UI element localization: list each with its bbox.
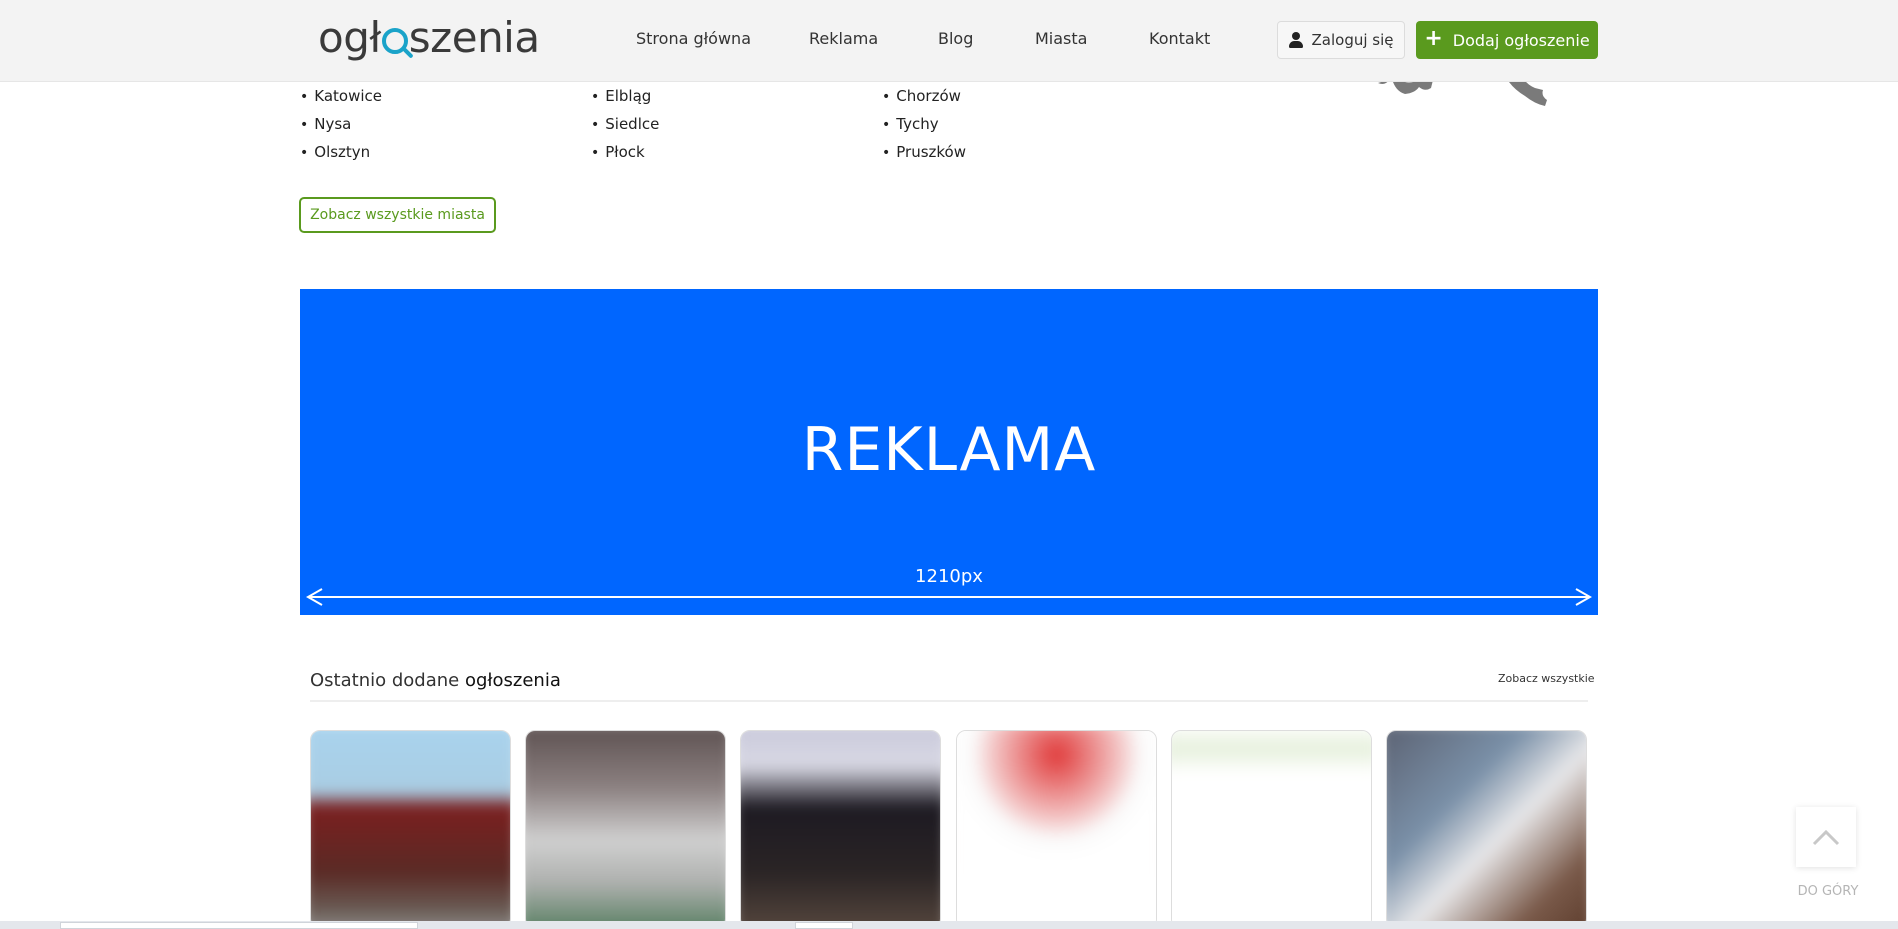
listing-thumbnail: [526, 731, 725, 928]
all-cities-button[interactable]: Zobacz wszystkie miasta: [299, 197, 496, 233]
logo-text-end: szenia: [408, 13, 540, 62]
listing-card[interactable]: [1386, 730, 1587, 929]
recent-title-start: Ostatnio dodane: [310, 670, 465, 691]
nav-reklama[interactable]: Reklama: [809, 29, 878, 48]
city-link[interactable]: Pruszków: [882, 143, 966, 161]
city-link[interactable]: Nysa: [300, 115, 351, 133]
ad-width-label: 1210px: [915, 566, 983, 587]
nav-blog[interactable]: Blog: [938, 29, 973, 48]
listing-card[interactable]: [310, 730, 511, 929]
login-label: Zaloguj się: [1311, 31, 1394, 49]
see-all-link[interactable]: Zobacz wszystkie: [1498, 672, 1595, 685]
chevron-up-icon: [1812, 829, 1840, 846]
city-link[interactable]: Olsztyn: [300, 143, 370, 161]
login-button[interactable]: Zaloguj się: [1277, 21, 1405, 59]
nav-home[interactable]: Strona główna: [636, 29, 751, 48]
nav-kontakt[interactable]: Kontakt: [1149, 29, 1210, 48]
section-divider: [310, 700, 1588, 702]
site-header: ogł szenia Strona główna Reklama Blog Mia…: [0, 0, 1898, 82]
listing-card[interactable]: [525, 730, 726, 929]
bottom-tab[interactable]: [60, 922, 418, 929]
double-arrow-icon: [306, 588, 1592, 606]
listing-card[interactable]: [956, 730, 1157, 929]
listing-thumbnail: [1172, 731, 1371, 928]
listing-card[interactable]: [1171, 730, 1372, 929]
recent-title-bold: ogłoszenia: [464, 670, 561, 691]
site-logo[interactable]: ogł szenia: [318, 12, 540, 64]
user-icon: [1288, 32, 1303, 48]
city-link[interactable]: Tychy: [882, 115, 938, 133]
back-to-top-button[interactable]: [1796, 807, 1856, 867]
listing-thumbnail: [741, 731, 940, 928]
add-listing-label: Dodaj ogłoszenie: [1452, 30, 1590, 50]
back-to-top-label: DO GÓRY: [1797, 884, 1859, 899]
city-link[interactable]: Katowice: [300, 87, 382, 105]
recent-listings-title: Ostatnio dodane ogłoszenia: [310, 670, 561, 691]
magnifier-icon: [381, 28, 408, 54]
ad-banner[interactable]: REKLAMA 1210px: [300, 289, 1598, 615]
city-link[interactable]: Chorzów: [882, 87, 961, 105]
city-link[interactable]: Płock: [591, 143, 644, 161]
bottom-tab[interactable]: [795, 922, 853, 929]
listing-thumbnail: [1387, 731, 1586, 928]
nav-miasta[interactable]: Miasta: [1035, 29, 1087, 48]
city-link[interactable]: Siedlce: [591, 115, 659, 133]
plus-icon: +: [1424, 26, 1443, 51]
logo-text-start: ogł: [318, 13, 381, 62]
listing-card[interactable]: [740, 730, 941, 929]
city-link[interactable]: Elbląg: [591, 87, 651, 105]
listing-thumbnail: [311, 731, 510, 928]
add-listing-button[interactable]: + Dodaj ogłoszenie: [1416, 21, 1598, 59]
ad-title: REKLAMA: [801, 415, 1097, 485]
listing-thumbnail: [957, 731, 1156, 928]
